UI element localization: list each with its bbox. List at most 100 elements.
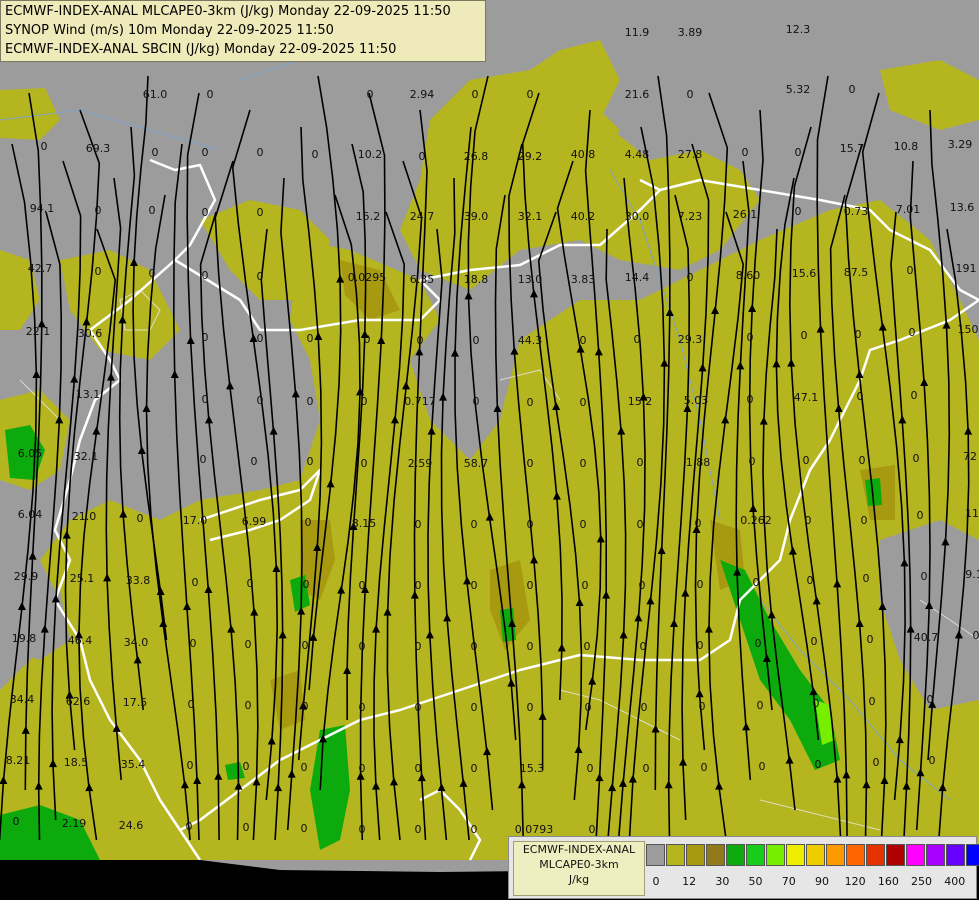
cape-value-label: 8.15 [352,517,377,530]
cape-value-label: 0 [417,334,424,347]
cape-value-label: 7.23 [678,210,703,223]
cape-value-label: 0 [257,270,264,283]
legend-swatch [926,844,945,866]
cape-value-label: 2.94 [410,88,435,101]
cape-value-label: 0 [202,206,209,219]
cape-value-label: 0 [742,146,749,159]
weather-map[interactable]: 61.0 0 0 2.94 0 0 21.6 0 5.32 0 11.9 3.89 12.3 69.3 0 0… [0,0,979,900]
cape-value-label: 25.1 [70,572,95,585]
cape-value-label: 0 [909,326,916,339]
cape-value-label: 0 [859,454,866,467]
cape-value-label: 61.0 [143,88,168,101]
cape-value-label: 40.2 [571,210,596,223]
cape-value-label: 0 [415,762,422,775]
cape-value-label: 0 [303,578,310,591]
cape-value-label: 0 [415,640,422,653]
cape-value-label: 0 [359,823,366,836]
cape-value-label: 40.8 [571,148,596,161]
cape-value-label: 15.2 [356,210,381,223]
legend-swatch [946,844,965,866]
header-line-cape: ECMWF-INDEX-ANAL MLCAPE0-3km (J/kg) Mond… [5,4,451,19]
cape-value-label: 0 [641,701,648,714]
cape-value-label: 0.0295 [348,271,387,284]
cape-value-label: 22.1 [26,325,51,338]
legend-tick: 400 [944,875,966,888]
cape-value-label: 0 [805,514,812,527]
cape-value-label: 0 [869,695,876,708]
cape-value-label: 13.0 [518,273,543,286]
cape-value-label: 0 [755,637,762,650]
cape-value-label: 0 [415,823,422,836]
cape-value-label: 0 [637,518,644,531]
cape-value-label: 0 [13,815,20,828]
cape-value-label: 29.9 [14,570,39,583]
cape-value-label: 4.48 [625,148,650,161]
legend-swatch [646,844,665,866]
cape-value-label: 0 [927,693,934,706]
cape-value-label: 26.8 [464,150,489,163]
cape-value-label: 0 [307,455,314,468]
cape-value-label: 2.19 [62,817,87,830]
cape-value-label: 7.01 [896,203,921,216]
cape-value-label: 6.35 [410,273,435,286]
cape-value-label: 10.2 [358,148,383,161]
cape-value-label: 0 [302,639,309,652]
cape-value-label: 34.0 [124,636,149,649]
cape-value-label: 0 [639,579,646,592]
cape-value-label: 0 [186,820,193,833]
cape-value-label: 6.05 [18,447,43,460]
cape-value-label: 0 [95,204,102,217]
cape-value-label: 8.60 [736,269,761,282]
legend-title-line1: ECMWF-INDEX-ANAL [522,843,636,856]
legend-tick: 0 [652,875,660,888]
cape-value-label: 13.1 [76,388,101,401]
cape-value-label: 0 [415,701,422,714]
cape-value-label: 0 [359,762,366,775]
legend-tick: 90 [814,875,829,888]
cape-value-label: 19.8 [12,632,37,645]
cape-value-label: 0 [527,518,534,531]
cape-value-label: 0 [803,454,810,467]
cape-value-label: 6.04 [18,508,43,521]
cape-value-label: 0 [813,697,820,710]
legend-tick: 30 [715,875,730,888]
cape-value-label: 29.2 [518,150,543,163]
legend-swatch [906,844,925,866]
cape-value-label: 0 [359,579,366,592]
cape-value-label: 0.73 [844,205,869,218]
cape-value-label: 0 [701,761,708,774]
legend-swatch [846,844,865,866]
cape-value-label: 0 [634,333,641,346]
legend-swatch [866,844,885,866]
cape-value-label: 0 [587,762,594,775]
cape-value-label: 33.8 [126,574,151,587]
cape-value-label: 24.7 [410,210,435,223]
cape-value-label: 0 [202,331,209,344]
cape-value-label: 8.21 [6,754,31,767]
cape-value-label: 12.3 [786,23,811,36]
cape-value-label: 11 [965,507,979,520]
cape-value-label: 0 [302,700,309,713]
cape-value-label: 0 [367,88,374,101]
cape-value-label: 0 [473,395,480,408]
cape-value-label: 26.1 [733,208,758,221]
cape-value-label: 0 [643,762,650,775]
cape-value-label: 3.89 [678,26,703,39]
cape-value-label: 3.29 [948,138,973,151]
cape-value-label: 0 [580,396,587,409]
cape-value-label: 0.262 [740,514,772,527]
cape-value-label: 0 [359,640,366,653]
cape-value-label: 0 [190,637,197,650]
cape-value-label: 0 [95,265,102,278]
cape-value-label: 0 [527,88,534,101]
cape-value-label: 5.03 [684,394,709,407]
cape-value-label: 0 [257,146,264,159]
cape-value-label: 0 [305,516,312,529]
cape-value-label: 2.59 [408,457,433,470]
cape-value-label: 11.9 [625,26,650,39]
cape-value-label: 32.1 [74,450,99,463]
cape-value-label: 0 [361,395,368,408]
map-viewport[interactable]: 61.0 0 0 2.94 0 0 21.6 0 5.32 0 11.9 3.89 12.3 69.3 0 0… [0,0,979,900]
cape-value-label: 0 [873,756,880,769]
cape-value-label: 0 [857,390,864,403]
